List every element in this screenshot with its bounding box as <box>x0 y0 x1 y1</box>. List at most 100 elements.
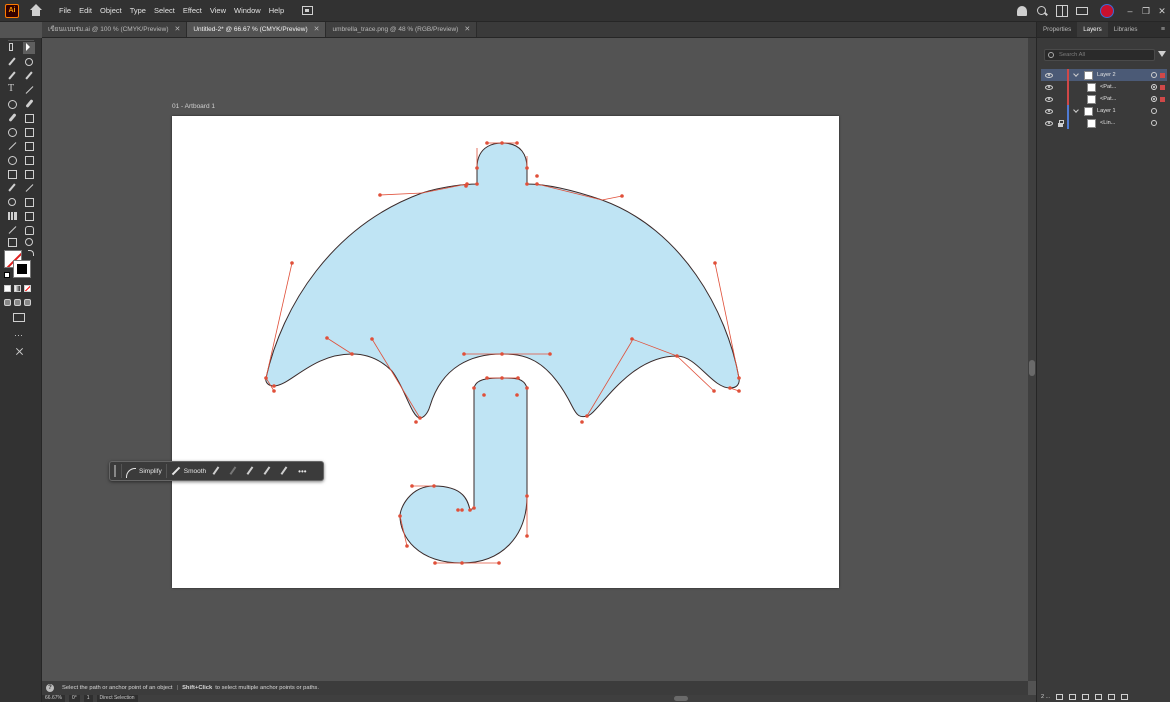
close-window-button[interactable]: ✕ <box>1156 5 1168 17</box>
tab-document-2[interactable]: Untitled-2* @ 66.67 % (CMYK/Preview) ✕ <box>187 22 327 37</box>
current-tool-field[interactable]: Direct Selection <box>96 695 138 702</box>
pen-tool-icon[interactable] <box>6 70 18 82</box>
bezier-handle-line[interactable] <box>379 192 423 196</box>
new-sublayer-icon[interactable] <box>1095 694 1103 700</box>
convert-smooth-icon[interactable] <box>278 464 295 478</box>
anchor-point[interactable] <box>620 194 624 198</box>
eyedropper-tool-icon[interactable] <box>6 182 18 194</box>
convert-corner-icon[interactable] <box>261 464 278 478</box>
task-bar-grip[interactable] <box>114 465 116 477</box>
help-icon[interactable]: ? <box>46 684 54 692</box>
anchor-point[interactable] <box>472 386 476 390</box>
anchor-point[interactable] <box>432 484 436 488</box>
blend-tool-icon[interactable] <box>23 182 35 194</box>
anchor-point[interactable] <box>675 354 679 358</box>
visibility-eye-icon[interactable] <box>1045 72 1053 78</box>
anchor-point[interactable] <box>712 389 716 393</box>
layer-row[interactable]: <Pat... <box>1041 93 1167 105</box>
lock-toggle[interactable] <box>1057 84 1064 91</box>
anchor-point[interactable] <box>525 182 529 186</box>
vertical-scroll-thumb[interactable] <box>1029 360 1035 376</box>
anchor-point[interactable] <box>370 337 374 341</box>
paintbrush-tool-icon[interactable] <box>23 98 35 110</box>
eraser-tool-icon[interactable] <box>23 112 35 124</box>
color-mode-icon[interactable] <box>4 285 11 292</box>
menu-select[interactable]: Select <box>150 0 179 22</box>
anchor-point[interactable] <box>548 352 552 356</box>
anchor-point[interactable] <box>630 337 634 341</box>
selection-indicator[interactable] <box>1160 96 1165 102</box>
scale-tool-icon[interactable] <box>23 126 35 138</box>
zoom-field[interactable]: 66.67% <box>42 695 65 702</box>
workspace-icon[interactable] <box>1056 5 1068 17</box>
expand-chevron-icon[interactable] <box>1074 108 1080 114</box>
perspective-grid-tool-icon[interactable] <box>23 154 35 166</box>
filter-icon[interactable] <box>1158 51 1166 57</box>
anchor-point[interactable] <box>500 141 504 145</box>
anchor-point[interactable] <box>475 166 479 170</box>
anchor-point[interactable] <box>525 494 529 498</box>
slice-tool-icon[interactable] <box>6 224 18 236</box>
search-icon[interactable] <box>1036 5 1048 17</box>
anchor-point[interactable] <box>525 534 529 538</box>
tab-layers[interactable]: Layers <box>1077 22 1108 37</box>
zoom-tool-icon[interactable] <box>23 236 35 248</box>
lock-icon[interactable] <box>1057 119 1064 127</box>
menu-view[interactable]: View <box>206 0 230 22</box>
selection-indicator[interactable] <box>1160 72 1165 78</box>
anchor-point[interactable] <box>500 376 504 380</box>
draw-inside-icon[interactable] <box>24 299 31 306</box>
menu-object[interactable]: Object <box>96 0 126 22</box>
menu-help[interactable]: Help <box>265 0 288 22</box>
edit-toolbar-icon[interactable] <box>15 347 24 356</box>
anchor-point[interactable] <box>378 193 382 197</box>
layer-row[interactable]: <Lin... <box>1041 117 1167 129</box>
gradient-mode-icon[interactable] <box>14 285 21 292</box>
visibility-eye-icon[interactable] <box>1045 120 1053 126</box>
rotate-field[interactable]: 0° <box>68 695 80 702</box>
mesh-tool-icon[interactable] <box>6 168 18 180</box>
close-tab-icon[interactable]: ✕ <box>174 22 180 38</box>
anchor-point[interactable] <box>580 420 584 424</box>
artboard-tool-icon[interactable] <box>23 210 35 222</box>
layer-name[interactable]: <Pat... <box>1100 84 1151 90</box>
arrange-documents-icon[interactable] <box>302 6 314 15</box>
artboard[interactable] <box>172 116 839 588</box>
none-mode-icon[interactable] <box>24 285 31 292</box>
gradient-tool-icon[interactable] <box>23 168 35 180</box>
anchor-point[interactable] <box>350 352 354 356</box>
screen-mode-icon[interactable] <box>13 313 25 322</box>
layer-name[interactable]: Layer 1 <box>1097 108 1151 114</box>
target-icon[interactable] <box>1151 72 1157 78</box>
line-tool-icon[interactable] <box>23 84 35 96</box>
hand-tool-icon[interactable] <box>23 224 35 236</box>
avatar[interactable] <box>1100 4 1114 18</box>
selection-tool-icon[interactable] <box>6 42 18 54</box>
draw-normal-icon[interactable] <box>4 299 11 306</box>
anchor-point[interactable] <box>472 506 476 510</box>
column-graph-tool-icon[interactable] <box>6 210 18 222</box>
default-fill-stroke-icon[interactable] <box>4 272 10 278</box>
lock-toggle[interactable] <box>1057 108 1064 115</box>
anchor-point[interactable] <box>737 389 741 393</box>
visibility-eye-icon[interactable] <box>1045 96 1053 102</box>
lock-toggle[interactable] <box>1057 72 1064 79</box>
anchor-point[interactable] <box>290 261 294 265</box>
anchor-point[interactable] <box>418 416 422 420</box>
target-icon[interactable] <box>1151 120 1157 126</box>
locate-object-icon[interactable] <box>1069 694 1077 700</box>
layer-name[interactable]: Layer 2 <box>1097 72 1151 78</box>
artwork[interactable] <box>172 116 839 588</box>
anchor-point[interactable] <box>525 166 529 170</box>
new-layer-icon[interactable] <box>1108 694 1116 700</box>
direct-selection-tool-icon[interactable] <box>23 42 35 54</box>
anchor-point[interactable] <box>497 561 501 565</box>
selection-indicator[interactable] <box>1160 84 1165 90</box>
shaper-tool-icon[interactable] <box>6 112 18 124</box>
anchor-point[interactable] <box>535 182 539 186</box>
export-icon[interactable] <box>1056 694 1064 700</box>
anchor-point[interactable] <box>535 174 539 178</box>
magic-wand-tool-icon[interactable] <box>6 56 18 68</box>
curvature-tool-icon[interactable] <box>23 70 35 82</box>
layer-name[interactable]: <Lin... <box>1100 120 1151 126</box>
